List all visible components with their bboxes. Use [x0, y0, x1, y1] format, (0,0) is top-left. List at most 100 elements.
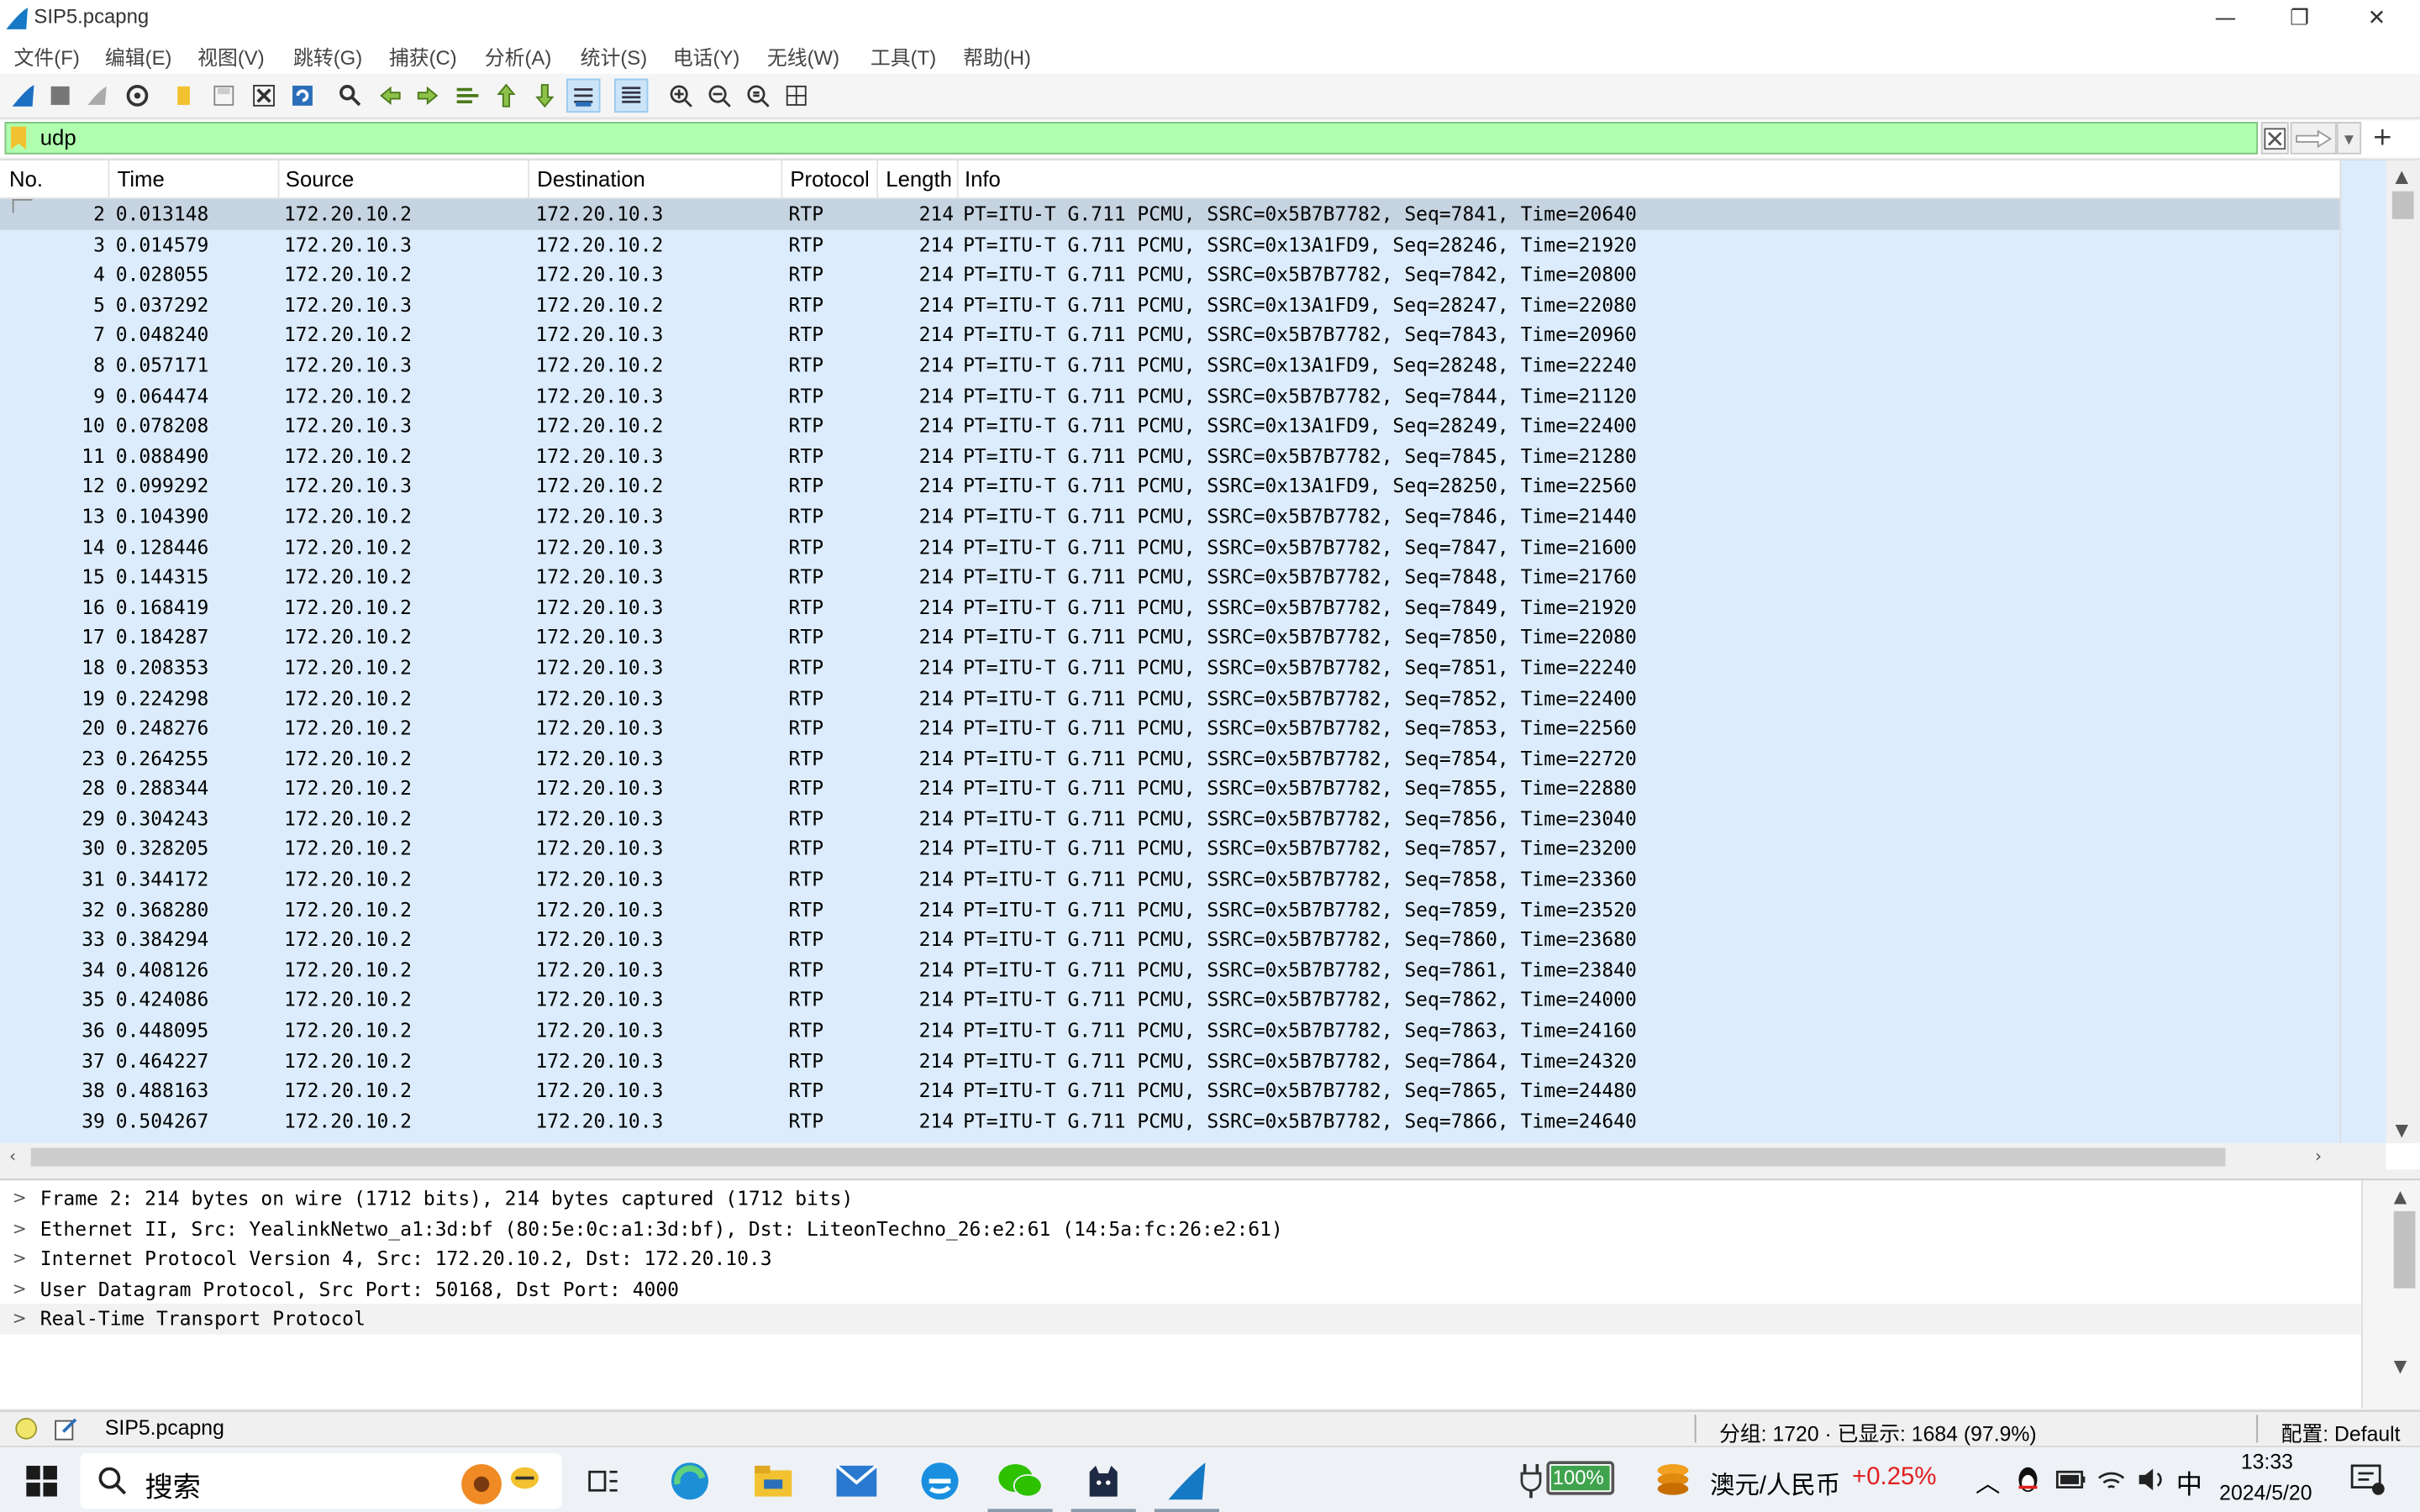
menu-capture[interactable]: 捕获(C) — [389, 42, 457, 71]
task-view-icon[interactable] — [577, 1457, 629, 1506]
add-filter-button[interactable]: + — [2372, 122, 2393, 151]
scroll-left-icon[interactable]: ‹ — [9, 1147, 16, 1167]
cat-app-icon[interactable] — [1077, 1457, 1129, 1506]
go-forward-icon[interactable] — [411, 79, 445, 113]
capture-comment-pencil-icon[interactable] — [54, 1416, 78, 1441]
table-row[interactable]: 29 0.304243 172.20.10.2 172.20.10.3 RTP 214 PT… — [0, 804, 2339, 834]
restart-capture-icon[interactable] — [81, 79, 114, 113]
currency-change[interactable]: +0.25% — [1852, 1464, 1937, 1492]
table-row[interactable]: 9 0.064474 172.20.10.2 172.20.10.3 RTP 214 PT=… — [0, 381, 2339, 411]
taskbar-search-box[interactable]: 搜索 — [80, 1453, 562, 1509]
restore-button[interactable]: ❐ — [2263, 0, 2337, 37]
table-row[interactable]: 17 0.184287 172.20.10.2 172.20.10.3 RTP 214 PT… — [0, 622, 2339, 653]
ie-browser-icon[interactable] — [913, 1457, 965, 1506]
table-row[interactable]: 36 0.448095 172.20.10.2 172.20.10.3 RTP 214 PT… — [0, 1016, 2339, 1046]
zoom-in-icon[interactable] — [664, 79, 697, 113]
save-file-icon[interactable] — [207, 79, 240, 113]
column-no[interactable]: No. — [9, 166, 43, 191]
menu-wireless[interactable]: 无线(W) — [767, 42, 839, 71]
table-row[interactable]: 16 0.168419 172.20.10.2 172.20.10.3 RTP 214 PT… — [0, 592, 2339, 622]
coins-icon[interactable] — [1655, 1461, 1695, 1498]
colorize-icon[interactable] — [614, 78, 649, 113]
detail-rtp[interactable]: > Real-Time Transport Protocol — [0, 1304, 2362, 1335]
wifi-icon[interactable] — [2096, 1466, 2127, 1494]
table-row[interactable]: 19 0.224298 172.20.10.2 172.20.10.3 RTP 214 PT… — [0, 683, 2339, 713]
stop-capture-icon[interactable] — [43, 79, 76, 113]
scroll-down-icon[interactable]: ▼ — [2396, 1120, 2409, 1140]
table-row-selected[interactable]: 2 0.013148 172.20.10.2 172.20.10.3 RTP 214 PT=… — [0, 198, 2340, 229]
clock-date[interactable]: 2024/5/20 — [2219, 1481, 2312, 1504]
scroll-right-icon[interactable]: › — [2315, 1147, 2322, 1167]
table-row[interactable]: 31 0.344172 172.20.10.2 172.20.10.3 RTP 214 PT… — [0, 864, 2339, 895]
table-row[interactable]: 15 0.144315 172.20.10.2 172.20.10.3 RTP 214 PT… — [0, 562, 2339, 592]
horizontal-scroll-thumb[interactable] — [30, 1147, 2226, 1167]
battery-tray-icon[interactable] — [2055, 1467, 2086, 1492]
table-row[interactable]: 35 0.424086 172.20.10.2 172.20.10.3 RTP 214 PT… — [0, 985, 2339, 1016]
table-row[interactable]: 18 0.208353 172.20.10.2 172.20.10.3 RTP 214 PT… — [0, 653, 2339, 683]
chevron-right-icon[interactable]: > — [13, 1305, 27, 1335]
menu-tools[interactable]: 工具(T) — [871, 42, 936, 71]
table-row[interactable]: 32 0.368280 172.20.10.2 172.20.10.3 RTP 214 PT… — [0, 895, 2339, 925]
table-row[interactable]: 3 0.014579 172.20.10.3 172.20.10.2 RTP 214 PT=… — [0, 229, 2339, 260]
zoom-out-icon[interactable] — [702, 79, 736, 113]
start-capture-icon[interactable] — [6, 79, 39, 113]
battery-icon[interactable]: 100% — [1546, 1461, 1615, 1495]
go-back-icon[interactable] — [373, 79, 407, 113]
packet-list-horizontal-scrollbar[interactable]: ‹ › — [0, 1142, 2386, 1170]
menu-telephony[interactable]: 电话(Y) — [673, 42, 740, 71]
display-filter-input[interactable]: udp — [4, 122, 2259, 155]
table-row[interactable]: 38 0.488163 172.20.10.2 172.20.10.3 RTP 214 PT… — [0, 1076, 2339, 1106]
filter-dropdown-chevron-down-icon[interactable]: ▾ — [2336, 122, 2362, 155]
table-row[interactable]: 37 0.464227 172.20.10.2 172.20.10.3 RTP 214 PT… — [0, 1046, 2339, 1076]
menu-go[interactable]: 跳转(G) — [293, 42, 362, 71]
bookmark-icon[interactable] — [10, 126, 27, 150]
clock-time[interactable]: 13:33 — [2241, 1450, 2293, 1473]
packet-minimap[interactable] — [2339, 160, 2388, 1143]
capture-options-icon[interactable] — [120, 79, 154, 113]
table-row[interactable]: 23 0.264255 172.20.10.2 172.20.10.3 RTP 214 PT… — [0, 743, 2339, 774]
table-row[interactable]: 10 0.078208 172.20.10.3 172.20.10.2 RTP 214 PT… — [0, 411, 2339, 441]
scroll-down-icon[interactable]: ▼ — [2394, 1356, 2407, 1376]
wireshark-taskbar-icon[interactable] — [1160, 1457, 1213, 1506]
menu-file[interactable]: 文件(F) — [14, 42, 80, 71]
qq-penguin-icon[interactable] — [2016, 1466, 2040, 1494]
scroll-thumb[interactable] — [2393, 1210, 2416, 1289]
packet-list-vertical-scrollbar[interactable]: ▲ ▼ — [2386, 160, 2420, 1143]
wechat-icon[interactable] — [994, 1457, 1046, 1506]
bytes-pane-scrollbar[interactable]: ▲ ▼ — [2361, 1180, 2420, 1409]
first-packet-icon[interactable] — [489, 79, 523, 113]
power-plug-icon[interactable] — [1518, 1462, 1543, 1499]
column-destination[interactable]: Destination — [537, 166, 645, 191]
find-packet-icon[interactable] — [334, 79, 367, 113]
menu-analyze[interactable]: 分析(A) — [485, 42, 552, 71]
column-time[interactable]: Time — [118, 166, 165, 191]
column-protocol[interactable]: Protocol — [790, 166, 869, 191]
close-button[interactable]: ✕ — [2339, 0, 2413, 37]
column-source[interactable]: Source — [286, 166, 354, 191]
menu-statistics[interactable]: 统计(S) — [581, 42, 648, 71]
chevron-right-icon[interactable]: > — [13, 1184, 27, 1214]
detail-udp[interactable]: > User Datagram Protocol, Src Port: 50168… — [0, 1274, 2361, 1305]
tray-chevron-up-icon[interactable]: ︿ — [1975, 1462, 2000, 1499]
clear-filter-icon[interactable] — [2260, 122, 2289, 155]
scroll-up-icon[interactable]: ▲ — [2394, 1186, 2407, 1206]
file-explorer-icon[interactable] — [747, 1457, 799, 1506]
scroll-thumb[interactable] — [2391, 191, 2414, 219]
apply-filter-arrow-icon[interactable] — [2290, 122, 2337, 155]
status-profile[interactable]: 配置: Default — [2281, 1416, 2401, 1447]
table-row[interactable]: 39 0.504267 172.20.10.2 172.20.10.3 RTP 214 PT… — [0, 1106, 2339, 1137]
reload-file-icon[interactable] — [286, 79, 319, 113]
table-row[interactable]: 7 0.048240 172.20.10.2 172.20.10.3 RTP 214 PT=… — [0, 320, 2339, 350]
autoscroll-icon[interactable] — [566, 78, 601, 113]
table-row[interactable]: 33 0.384294 172.20.10.2 172.20.10.3 RTP 214 PT… — [0, 925, 2339, 955]
table-row[interactable]: 13 0.104390 172.20.10.2 172.20.10.3 RTP 214 PT… — [0, 501, 2339, 532]
chevron-right-icon[interactable]: > — [13, 1214, 27, 1244]
detail-ipv4[interactable]: > Internet Protocol Version 4, Src: 172.2… — [0, 1244, 2361, 1274]
close-file-icon[interactable] — [247, 79, 281, 113]
table-row[interactable]: 34 0.408126 172.20.10.2 172.20.10.3 RTP 214 PT… — [0, 955, 2339, 985]
resize-columns-icon[interactable] — [780, 79, 813, 113]
windows-start-icon[interactable] — [15, 1457, 67, 1506]
table-row[interactable]: 4 0.028055 172.20.10.2 172.20.10.3 RTP 214 PT=… — [0, 260, 2339, 290]
zoom-normal-icon[interactable] — [741, 79, 775, 113]
detail-frame[interactable]: > Frame 2: 214 bytes on wire (1712 bits),… — [0, 1184, 2361, 1214]
